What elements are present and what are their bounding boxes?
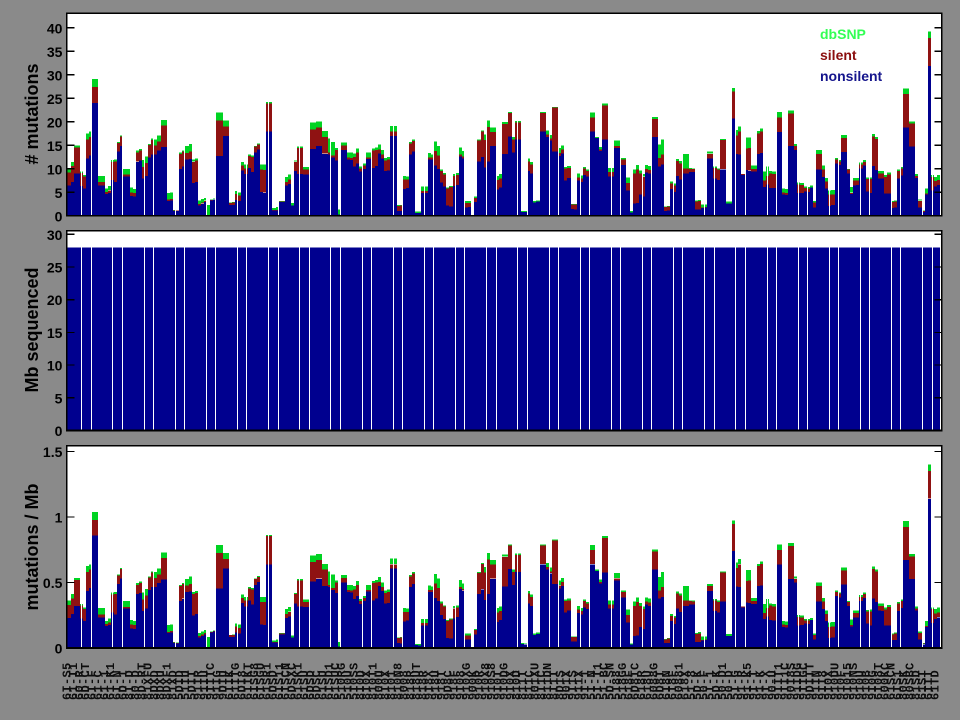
svg-text:0: 0 [55, 208, 63, 224]
svg-text:0.5: 0.5 [43, 575, 63, 591]
svg-text:silent: silent [820, 47, 857, 63]
svg-text:# mutations: # mutations [22, 63, 42, 164]
svg-text:5: 5 [55, 390, 63, 406]
svg-text:20: 20 [47, 114, 63, 130]
svg-text:30: 30 [47, 227, 63, 243]
svg-text:15: 15 [47, 138, 63, 154]
svg-text:5: 5 [55, 185, 63, 201]
svg-text:40: 40 [47, 20, 63, 36]
svg-text:20: 20 [47, 292, 63, 308]
svg-text:1.5: 1.5 [43, 444, 63, 460]
svg-text:25: 25 [47, 91, 63, 107]
svg-text:61TD: 61TD [928, 670, 942, 700]
svg-text:15: 15 [47, 325, 63, 341]
svg-text:30: 30 [47, 67, 63, 83]
svg-text:1: 1 [55, 510, 63, 526]
svg-text:mutations / Mb: mutations / Mb [22, 484, 42, 611]
svg-text:10: 10 [47, 358, 63, 374]
svg-text:0: 0 [55, 641, 63, 657]
svg-text:dbSNP: dbSNP [820, 26, 866, 42]
svg-text:25: 25 [47, 260, 63, 276]
svg-text:10: 10 [47, 161, 63, 177]
svg-text:0: 0 [55, 423, 63, 439]
svg-text:nonsilent: nonsilent [820, 68, 883, 84]
svg-text:Mb sequenced: Mb sequenced [22, 267, 42, 392]
svg-text:35: 35 [47, 44, 63, 60]
